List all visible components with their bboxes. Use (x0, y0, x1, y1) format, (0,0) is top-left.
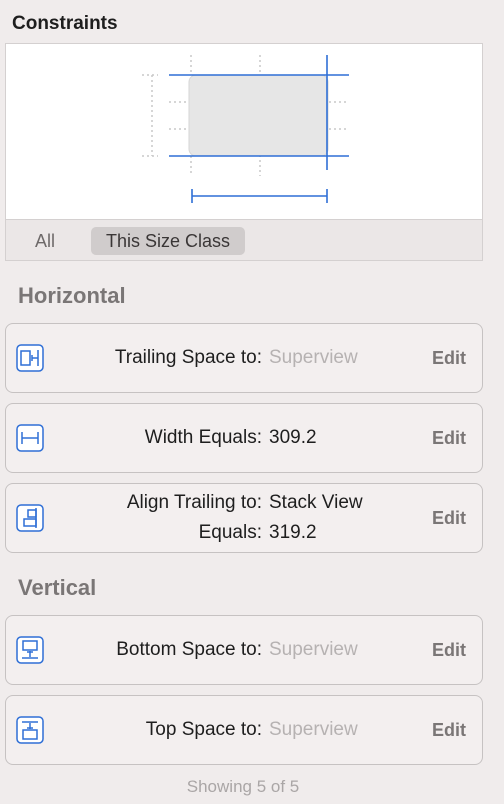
constraint-label-line1: Align Trailing to: (126, 492, 262, 513)
panel-title: Constraints (12, 13, 118, 34)
vertical-section-title: Vertical (18, 575, 97, 600)
constraint-row-width-equals[interactable]: Width Equals: 309.2 Edit (5, 403, 483, 473)
width-equals-icon (16, 424, 44, 452)
constraint-label: Top Space to: (145, 719, 262, 740)
horizontal-section-title: Horizontal (18, 283, 126, 308)
edit-button[interactable]: Edit (432, 346, 466, 370)
constraint-label-line2: Equals: (198, 522, 262, 543)
trailing-space-icon (16, 344, 44, 372)
constraint-value-line2: 319.2 (269, 522, 317, 543)
constraint-row-trailing-space[interactable]: Trailing Space to: Superview Edit (5, 323, 483, 393)
constraints-count-footer: Showing 5 of 5 (186, 777, 300, 796)
bottom-space-icon (16, 636, 44, 664)
align-trailing-icon (16, 504, 44, 532)
constraint-diagram-graphic (142, 55, 349, 203)
edit-button[interactable]: Edit (432, 638, 466, 662)
constraint-value: Superview (269, 719, 358, 740)
edit-button[interactable]: Edit (432, 506, 466, 530)
constraint-value: Superview (269, 347, 358, 368)
size-class-this-segment[interactable]: This Size Class (91, 227, 246, 255)
edit-button[interactable]: Edit (432, 718, 466, 742)
constraint-diagram[interactable] (5, 43, 483, 219)
constraint-label: Bottom Space to: (116, 639, 262, 660)
edit-button[interactable]: Edit (432, 426, 466, 450)
constraint-row-align-trailing[interactable]: Align Trailing to: Equals: Stack View 31… (5, 483, 483, 553)
constraint-label: Trailing Space to: (114, 347, 262, 368)
constraint-label: Align Trailing to: Equals: (46, 488, 262, 548)
constraint-row-bottom-space[interactable]: Bottom Space to: Superview Edit (5, 615, 483, 685)
constraint-row-top-space[interactable]: Top Space to: Superview Edit (5, 695, 483, 765)
constraint-label: Width Equals: (144, 427, 262, 448)
constraint-value: 309.2 (269, 427, 317, 448)
constraint-value: Superview (269, 639, 358, 660)
size-class-all-segment[interactable]: All (22, 227, 68, 255)
size-class-selector: All This Size Class (5, 219, 483, 261)
top-space-icon (16, 716, 44, 744)
constraint-value-line1: Stack View (269, 492, 363, 513)
constraint-value: Stack View 319.2 (269, 488, 419, 548)
